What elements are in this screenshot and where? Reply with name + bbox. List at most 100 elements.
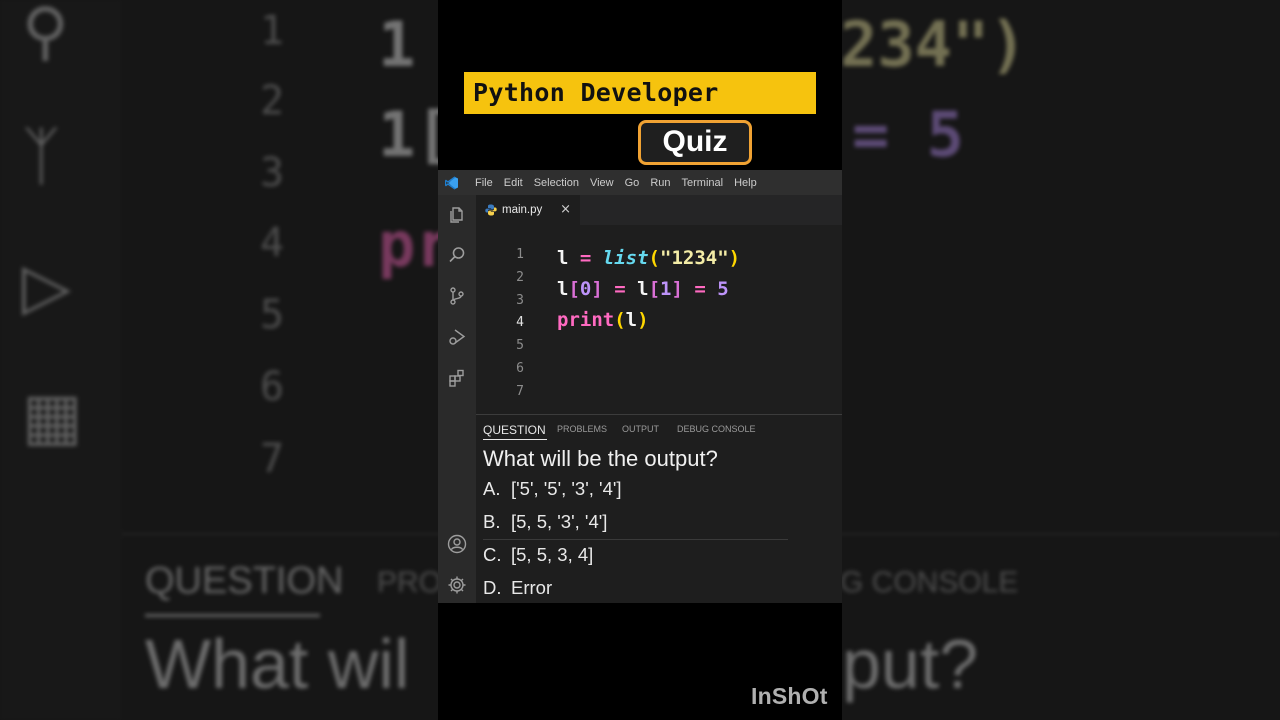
bg-line-number: 5 bbox=[259, 292, 285, 338]
tab-main-py[interactable]: main.py × bbox=[476, 195, 580, 225]
bg-search-icon: ⚲ bbox=[22, 0, 69, 69]
line-number: 3 bbox=[516, 293, 524, 308]
bg-panel-tab: G CONSOLE bbox=[840, 566, 1019, 599]
code-editor[interactable]: 1 2 3 4 5 6 7 l = list("1234") l[0] = l[… bbox=[476, 225, 842, 414]
option-letter: D. bbox=[483, 577, 502, 598]
menu-go[interactable]: Go bbox=[625, 177, 640, 189]
close-icon[interactable]: × bbox=[560, 202, 571, 217]
code-token: ) bbox=[637, 309, 649, 331]
line-number: 2 bbox=[516, 270, 524, 285]
code-line-1: l = list("1234") bbox=[557, 247, 740, 269]
menu-view[interactable]: View bbox=[590, 177, 614, 189]
code-token: "1234" bbox=[660, 247, 729, 269]
video-frame: Python Developer Quiz File Edit Selectio… bbox=[438, 0, 842, 720]
vscode-logo-icon bbox=[440, 170, 464, 195]
option-letter: A. bbox=[483, 478, 501, 499]
code-line-3: print(l) bbox=[557, 309, 649, 331]
code-token: ) bbox=[728, 247, 741, 269]
option-d[interactable]: D. Error bbox=[483, 577, 552, 599]
tab-output[interactable]: OUTPUT bbox=[622, 424, 659, 434]
code-token: = bbox=[682, 278, 718, 300]
bg-question-fragment: What wil bbox=[145, 625, 410, 703]
code-token: = bbox=[602, 278, 638, 300]
code-token: l bbox=[557, 278, 569, 300]
code-token: = bbox=[568, 247, 603, 269]
extensions-icon[interactable] bbox=[445, 366, 469, 390]
vscode-window: File Edit Selection View Go Run Terminal… bbox=[438, 170, 842, 603]
code-token: ( bbox=[648, 247, 660, 269]
menu-help[interactable]: Help bbox=[734, 177, 757, 189]
quiz-question: What will be the output? bbox=[483, 446, 718, 471]
line-number: 5 bbox=[516, 338, 524, 353]
code-token: ( bbox=[614, 309, 626, 331]
bg-tab-underline bbox=[145, 614, 320, 617]
option-letter: B. bbox=[483, 511, 501, 532]
menu-run[interactable]: Run bbox=[650, 177, 670, 189]
menu-edit[interactable]: Edit bbox=[504, 177, 523, 189]
code-token: l bbox=[637, 278, 649, 300]
line-number-active: 4 bbox=[516, 315, 524, 330]
explorer-icon[interactable] bbox=[445, 203, 469, 227]
option-a[interactable]: A. ['5', '5', '3', '4'] bbox=[483, 478, 622, 500]
code-token: 5 bbox=[717, 278, 729, 300]
tab-problems[interactable]: PROBLEMS bbox=[557, 424, 607, 434]
search-icon[interactable] bbox=[445, 243, 469, 267]
code-line-2: l[0] = l[1] = 5 bbox=[557, 278, 729, 300]
bg-line-number: 1 bbox=[259, 8, 285, 54]
code-token: l bbox=[625, 309, 638, 331]
bg-line-number: 2 bbox=[259, 78, 285, 124]
code-token: l bbox=[557, 247, 569, 269]
settings-gear-icon[interactable] bbox=[445, 573, 469, 597]
bg-line-number: 4 bbox=[259, 220, 285, 266]
bg-code-fragment: = 5 bbox=[852, 98, 964, 171]
code-token: [ bbox=[568, 278, 580, 300]
option-text: [5, 5, 3, 4] bbox=[511, 544, 594, 565]
line-number: 7 bbox=[516, 384, 524, 399]
active-tab-underline bbox=[483, 439, 547, 440]
bg-panel-tab: PRO bbox=[377, 566, 443, 599]
menu-selection[interactable]: Selection bbox=[534, 177, 579, 189]
python-file-icon bbox=[485, 201, 497, 220]
tab-question[interactable]: QUESTION bbox=[483, 423, 546, 437]
code-token: 0 bbox=[579, 278, 592, 300]
run-debug-icon[interactable] bbox=[445, 325, 469, 349]
option-text: [5, 5, '3', '4'] bbox=[511, 511, 608, 532]
option-c[interactable]: C. [5, 5, 3, 4] bbox=[483, 544, 593, 566]
bottom-panel: QUESTION PROBLEMS OUTPUT DEBUG CONSOLE W… bbox=[476, 414, 842, 603]
option-letter: C. bbox=[483, 544, 502, 565]
bg-line-number: 3 bbox=[259, 150, 285, 196]
option-divider bbox=[483, 539, 788, 540]
code-token: 1 bbox=[660, 278, 672, 300]
bg-source-control-icon: ᛉ bbox=[22, 120, 61, 194]
code-token: ] bbox=[591, 278, 603, 300]
bg-code-fragment: 1 bbox=[378, 8, 416, 81]
option-b[interactable]: B. [5, 5, '3', '4'] bbox=[483, 511, 607, 533]
tab-debug-console[interactable]: DEBUG CONSOLE bbox=[677, 424, 756, 434]
bg-line-number: 7 bbox=[259, 436, 285, 482]
source-control-icon[interactable] bbox=[445, 284, 469, 308]
account-icon[interactable] bbox=[445, 532, 469, 556]
code-token: print bbox=[557, 309, 615, 331]
bg-code-fragment: 234") bbox=[840, 8, 1027, 81]
tab-label: main.py bbox=[502, 204, 543, 216]
inshot-watermark: InShOt bbox=[751, 683, 828, 709]
editor-tabs: main.py × bbox=[476, 195, 842, 225]
menu-file[interactable]: File bbox=[475, 177, 493, 189]
menu-terminal[interactable]: Terminal bbox=[682, 177, 724, 189]
option-text: ['5', '5', '3', '4'] bbox=[511, 478, 622, 499]
menu-bar: File Edit Selection View Go Run Terminal… bbox=[438, 170, 842, 195]
title-banner: Python Developer bbox=[464, 72, 816, 114]
bg-question-fragment: put? bbox=[842, 625, 979, 703]
bg-line-number: 6 bbox=[259, 364, 285, 410]
quiz-badge: Quiz bbox=[638, 120, 752, 165]
bg-panel-tab: QUESTION bbox=[145, 560, 344, 602]
activity-bar bbox=[438, 195, 476, 603]
bg-activity-bar: ⚲ ᛉ ▷ ▦ bbox=[0, 0, 122, 720]
code-token: list bbox=[602, 247, 649, 269]
code-token: ] bbox=[671, 278, 683, 300]
line-number: 1 bbox=[516, 247, 524, 262]
bg-extensions-icon: ▦ bbox=[22, 380, 83, 454]
code-token: [ bbox=[648, 278, 661, 300]
option-text: Error bbox=[511, 577, 553, 598]
line-number: 6 bbox=[516, 361, 524, 376]
